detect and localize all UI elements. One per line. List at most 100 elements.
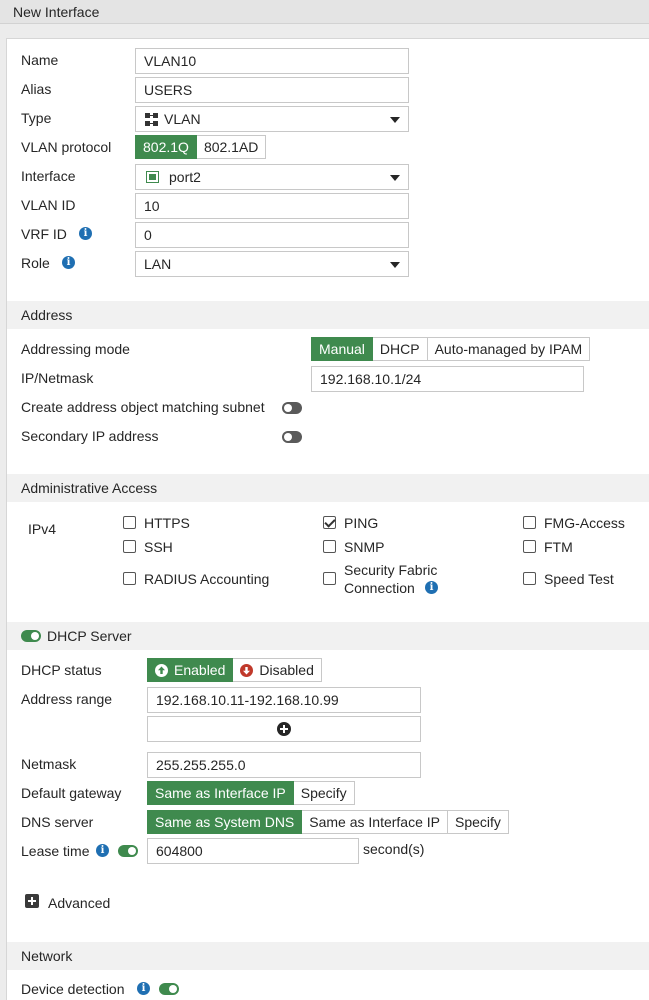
ftm-checkbox[interactable] (523, 540, 536, 553)
network-section-header: Network (7, 942, 649, 970)
security-fabric-label: Security Fabric (344, 562, 438, 578)
role-value: LAN (144, 256, 172, 272)
type-label: Type (21, 110, 52, 126)
ip-netmask-label: IP/Netmask (21, 370, 94, 386)
security-fabric-checkbox[interactable] (323, 572, 336, 585)
netmask-input[interactable]: 255.255.255.0 (147, 752, 421, 778)
arrow-up-circle-icon (155, 663, 168, 677)
snmp-label: SNMP (344, 539, 385, 555)
plus-circle-icon (277, 722, 291, 736)
ping-checkbox[interactable] (323, 516, 336, 529)
dhcp-enabled-button[interactable]: Enabled (147, 658, 234, 682)
speed-test-label: Speed Test (544, 571, 614, 587)
ftm-label: FTM (544, 539, 573, 555)
dns-server-toggle: Same as System DNS Same as Interface IP … (147, 810, 509, 834)
radius-accounting-label: RADIUS Accounting (144, 571, 270, 587)
addressing-mode-manual[interactable]: Manual (311, 337, 373, 361)
ipv4-label: IPv4 (28, 521, 57, 537)
vlan-type-icon (145, 113, 158, 126)
vlan-protocol-8021ad[interactable]: 802.1AD (196, 135, 267, 159)
create-address-object-toggle[interactable] (282, 402, 302, 414)
window-title: New Interface (0, 0, 649, 24)
https-checkbox[interactable] (123, 516, 136, 529)
dhcp-disabled-label: Disabled (259, 662, 314, 678)
device-detection-toggle[interactable] (159, 983, 179, 995)
admin-access-section-header: Administrative Access (7, 474, 649, 502)
vlan-protocol-toggle: 802.1Q 802.1AD (135, 135, 267, 159)
secondary-ip-label: Secondary IP address (21, 428, 159, 444)
dhcp-enabled-label: Enabled (174, 662, 226, 678)
address-section-header: Address (7, 301, 649, 329)
lease-time-label: Lease time (21, 843, 90, 859)
vlan-id-label: VLAN ID (21, 197, 76, 213)
chevron-down-icon (390, 262, 400, 268)
address-range-label: Address range (21, 691, 113, 707)
dhcp-server-title: DHCP Server (47, 628, 132, 644)
dhcp-status-toggle: Enabled Disabled (147, 658, 322, 682)
info-icon[interactable]: i (137, 982, 150, 995)
interface-value: port2 (169, 169, 201, 185)
vlan-id-input[interactable]: 10 (135, 193, 409, 219)
name-input[interactable]: VLAN10 (135, 48, 409, 74)
info-icon[interactable]: i (79, 227, 92, 240)
lease-time-toggle[interactable] (118, 845, 138, 857)
snmp-checkbox[interactable] (323, 540, 336, 553)
role-select[interactable]: LAN (135, 251, 409, 277)
lease-time-input[interactable]: 604800 (147, 838, 359, 864)
dns-same-as-system-dns[interactable]: Same as System DNS (147, 810, 303, 834)
fmg-access-label: FMG-Access (544, 515, 625, 531)
ssh-checkbox[interactable] (123, 540, 136, 553)
addressing-mode-dhcp[interactable]: DHCP (372, 337, 428, 361)
dns-server-label: DNS server (21, 814, 94, 830)
interface-select[interactable]: port2 (135, 164, 409, 190)
port-icon (146, 171, 159, 183)
info-icon[interactable]: i (425, 581, 438, 594)
vrf-id-input[interactable]: 0 (135, 222, 409, 248)
vlan-protocol-label: VLAN protocol (21, 139, 112, 155)
radius-accounting-checkbox[interactable] (123, 572, 136, 585)
dhcp-status-label: DHCP status (21, 662, 102, 678)
addressing-mode-toggle: Manual DHCP Auto-managed by IPAM (311, 337, 591, 361)
dns-specify[interactable]: Specify (448, 810, 509, 834)
dhcp-disabled-button[interactable]: Disabled (233, 658, 322, 682)
alias-input[interactable]: USERS (135, 77, 409, 103)
chevron-down-icon (390, 117, 400, 123)
plus-square-icon[interactable] (25, 894, 39, 908)
addressing-mode-label: Addressing mode (21, 341, 130, 357)
fmg-access-checkbox[interactable] (523, 516, 536, 529)
vrf-id-label: VRF ID (21, 226, 67, 242)
name-label: Name (21, 52, 59, 68)
netmask-label: Netmask (21, 756, 77, 772)
advanced-toggle-label[interactable]: Advanced (48, 895, 110, 911)
security-fabric-label-2: Connection (344, 580, 415, 596)
dns-same-as-interface-ip[interactable]: Same as Interface IP (302, 810, 448, 834)
gateway-specify[interactable]: Specify (293, 781, 355, 805)
ip-netmask-input[interactable]: 192.168.10.1/24 (311, 366, 584, 392)
dhcp-server-toggle[interactable] (21, 630, 41, 642)
gateway-same-as-interface-ip[interactable]: Same as Interface IP (147, 781, 294, 805)
role-label: Role (21, 255, 50, 271)
addressing-mode-ipam[interactable]: Auto-managed by IPAM (427, 337, 591, 361)
info-icon[interactable]: i (96, 844, 109, 857)
create-address-object-label: Create address object matching subnet (21, 399, 265, 415)
alias-label: Alias (21, 81, 52, 97)
ssh-label: SSH (144, 539, 173, 555)
device-detection-label: Device detection (21, 981, 125, 997)
add-address-range-button[interactable] (147, 716, 421, 742)
ping-label: PING (344, 515, 379, 531)
default-gateway-toggle: Same as Interface IP Specify (147, 781, 355, 805)
type-select[interactable]: VLAN (135, 106, 409, 132)
chevron-down-icon (390, 175, 400, 181)
interface-form: Name VLAN10 Alias USERS Type VLAN VLAN p… (6, 38, 649, 1000)
address-range-input[interactable]: 192.168.10.11-192.168.10.99 (147, 687, 421, 713)
info-icon[interactable]: i (62, 256, 75, 269)
arrow-down-circle-icon (240, 663, 254, 677)
default-gateway-label: Default gateway (21, 785, 122, 801)
vlan-protocol-8021q[interactable]: 802.1Q (135, 135, 197, 159)
speed-test-checkbox[interactable] (523, 572, 536, 585)
lease-time-unit: second(s) (363, 841, 425, 857)
dhcp-section-header: DHCP Server (7, 622, 649, 650)
secondary-ip-toggle[interactable] (282, 431, 302, 443)
interface-label: Interface (21, 168, 76, 184)
https-label: HTTPS (144, 515, 190, 531)
